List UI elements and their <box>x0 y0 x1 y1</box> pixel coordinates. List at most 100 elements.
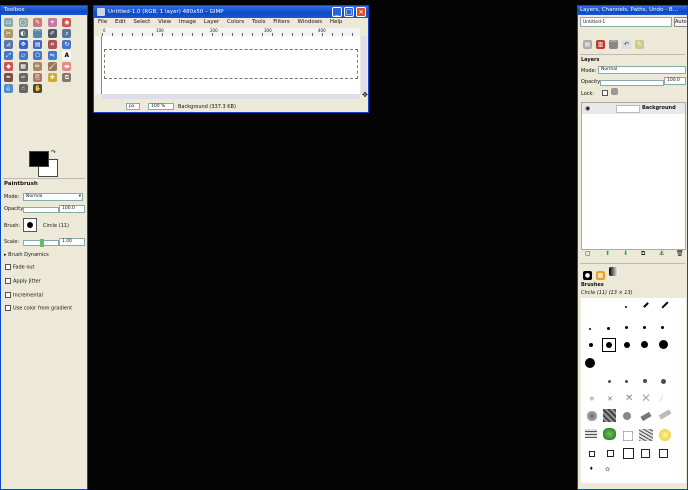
image-canvas[interactable] <box>104 49 358 79</box>
new-layer-icon[interactable]: ▢ <box>585 250 591 257</box>
anchor-layer-icon[interactable]: ⚓ <box>659 250 664 257</box>
opacity-slider[interactable] <box>23 207 59 213</box>
duplicate-layer-icon[interactable]: ⧉ <box>641 250 645 258</box>
image-window-titlebar[interactable]: Untitled-1.0 (RGB, 1 layer) 480x50 – GIM… <box>94 6 368 18</box>
paintbrush-tool-icon[interactable]: 🖌 <box>47 62 57 71</box>
raise-layer-icon[interactable]: ⬆ <box>605 250 610 257</box>
brush-item[interactable]: ⁄ <box>661 395 662 403</box>
dodge-burn-tool-icon[interactable]: ✋ <box>33 84 43 93</box>
menu-colors[interactable]: Colors <box>227 19 244 25</box>
layers-opacity-slider[interactable] <box>600 80 664 86</box>
brush-item[interactable] <box>640 411 652 422</box>
menu-image[interactable]: Image <box>179 19 196 25</box>
scale-spinbox[interactable]: 1.00 <box>59 238 85 246</box>
brush-item[interactable]: ✳ <box>589 395 595 403</box>
measure-tool-icon[interactable]: ⊿ <box>4 40 13 49</box>
canvas-area[interactable] <box>102 36 360 94</box>
brush-item[interactable] <box>659 340 668 349</box>
rotate-tool-icon[interactable]: ↻ <box>62 40 72 49</box>
auto-button[interactable]: Auto <box>674 17 687 27</box>
tab-undo-icon[interactable]: ↶ <box>622 40 631 49</box>
tab-pattern-icon[interactable]: ▦ <box>596 271 605 280</box>
vertical-scrollbar[interactable] <box>361 36 367 94</box>
opacity-spinbox[interactable]: 100.0 <box>59 205 85 213</box>
layers-dock-titlebar[interactable]: Layers, Channels, Paths, Undo - B... <box>578 6 687 15</box>
brush-item[interactable] <box>641 449 650 458</box>
lock-pixels-checkbox[interactable] <box>602 90 608 96</box>
brush-item[interactable] <box>623 431 633 441</box>
brush-item[interactable] <box>623 412 631 420</box>
tab-gradient-icon[interactable] <box>609 267 618 276</box>
tab-brushes-icon[interactable]: ✎ <box>635 40 644 49</box>
scissors-tool-icon[interactable]: ✂ <box>4 29 13 38</box>
free-select-tool-icon[interactable]: ✎ <box>33 18 43 27</box>
flip-tool-icon[interactable]: ⇋ <box>47 51 57 60</box>
smudge-tool-icon[interactable]: ☝ <box>18 84 28 93</box>
airbrush-tool-icon[interactable]: ✒ <box>4 73 13 82</box>
brush-preview-button[interactable] <box>23 218 37 232</box>
rect-select-tool-icon[interactable]: ▭ <box>4 18 13 27</box>
blur-tool-icon[interactable]: 💧 <box>4 84 13 93</box>
brush-dynamics-expander[interactable]: ▸ Brush Dynamics <box>4 252 49 258</box>
menu-file[interactable]: File <box>98 19 107 25</box>
brush-item[interactable] <box>659 429 671 441</box>
menu-help[interactable]: Help <box>330 19 343 25</box>
menu-edit[interactable]: Edit <box>115 19 126 25</box>
tab-brush-icon[interactable]: ● <box>583 271 592 280</box>
brush-item[interactable] <box>623 448 634 459</box>
brush-item[interactable] <box>661 326 664 329</box>
color-select-tool-icon[interactable]: ◉ <box>62 18 72 27</box>
navigate-icon[interactable]: ✥ <box>362 91 368 99</box>
brush-item[interactable]: ♦ <box>589 466 593 472</box>
brush-item[interactable]: ✕ <box>625 393 633 404</box>
maximize-button[interactable]: □ <box>344 7 354 17</box>
brush-item[interactable] <box>658 409 672 420</box>
move-tool-icon[interactable]: ✥ <box>18 40 28 49</box>
blend-tool-icon[interactable]: ▦ <box>18 62 28 71</box>
fuzzy-select-tool-icon[interactable]: ✦ <box>47 18 57 27</box>
brushes-grid[interactable]: ✳ ✕ ✕ ✕ ⁄ ♦ ✿ <box>581 298 686 483</box>
tab-channels-icon[interactable]: ▥ <box>596 40 605 49</box>
tab-paths-icon[interactable]: ⌒ <box>609 40 618 49</box>
scale-tool-icon[interactable]: ⤢ <box>4 51 13 60</box>
selected-brush-item[interactable] <box>602 338 616 352</box>
eraser-tool-icon[interactable]: ▬ <box>62 62 72 71</box>
close-button[interactable]: × <box>356 7 366 17</box>
layers-mode-select[interactable]: Normal <box>598 66 686 74</box>
mode-select[interactable]: Normal ▾ <box>23 193 83 201</box>
align-tool-icon[interactable]: ▤ <box>33 40 43 49</box>
lower-layer-icon[interactable]: ⬇ <box>623 250 628 257</box>
brush-item[interactable]: ✿ <box>605 466 610 473</box>
brush-item[interactable] <box>625 326 628 329</box>
brush-item[interactable] <box>661 301 669 309</box>
zoom-tool-icon[interactable]: ⌕ <box>62 29 72 38</box>
apply-jitter-checkbox[interactable]: Apply Jitter <box>5 278 41 285</box>
heal-tool-icon[interactable]: ✚ <box>47 73 57 82</box>
perspective-clone-tool-icon[interactable]: ⧉ <box>62 73 72 82</box>
layer-row[interactable]: ◉ Background <box>582 103 685 114</box>
brush-item[interactable] <box>607 450 614 457</box>
brush-item[interactable] <box>603 409 616 422</box>
swap-colors-icon[interactable]: ↷ <box>51 149 56 156</box>
delete-layer-icon[interactable]: 🗑 <box>676 250 684 257</box>
menu-windows[interactable]: Windows <box>298 19 323 25</box>
brush-item[interactable] <box>659 449 668 458</box>
brush-item[interactable] <box>624 342 630 348</box>
menu-tools[interactable]: Tools <box>252 19 266 25</box>
brush-item[interactable]: ✕ <box>607 395 613 403</box>
paths-tool-icon[interactable]: ⌒ <box>33 29 43 38</box>
text-tool-icon[interactable]: A <box>62 51 72 60</box>
brush-item[interactable] <box>585 429 597 438</box>
brush-item[interactable] <box>643 326 646 329</box>
pencil-tool-icon[interactable]: ✏ <box>33 62 43 71</box>
lock-alpha-icon[interactable] <box>611 88 618 95</box>
brush-item[interactable] <box>625 380 628 383</box>
minimize-button[interactable]: _ <box>332 7 342 17</box>
horizontal-scrollbar[interactable] <box>102 94 360 99</box>
ink-tool-icon[interactable]: ✑ <box>18 73 28 82</box>
perspective-tool-icon[interactable]: ⬠ <box>33 51 43 60</box>
brush-item[interactable] <box>643 379 647 383</box>
eye-icon[interactable]: ◉ <box>585 105 590 112</box>
menu-filters[interactable]: Filters <box>273 19 290 25</box>
layers-opacity-spinbox[interactable]: 100.0 <box>664 77 686 85</box>
